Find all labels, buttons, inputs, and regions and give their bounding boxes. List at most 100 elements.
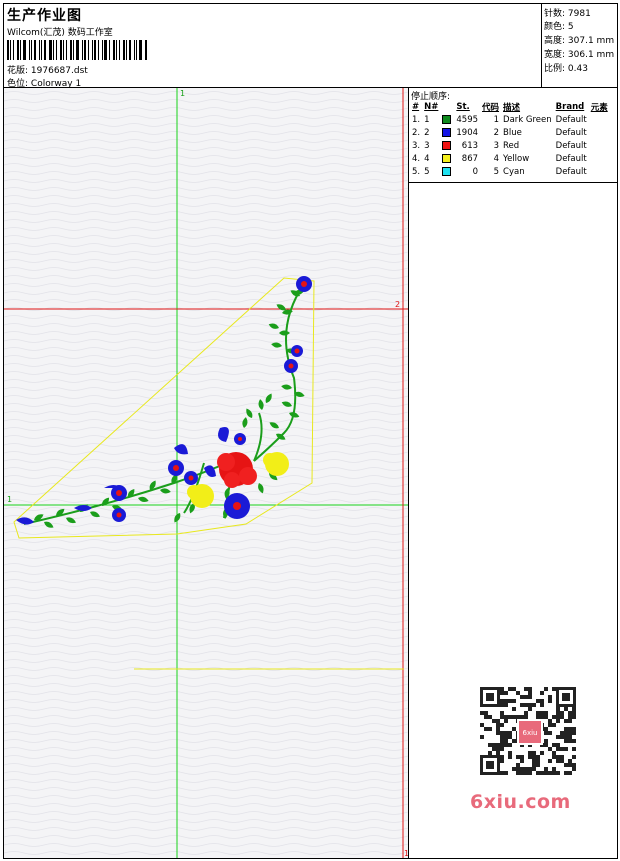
qr-module bbox=[500, 759, 504, 763]
qr-module bbox=[500, 731, 504, 735]
barcode-bar bbox=[34, 40, 36, 60]
qr-module bbox=[536, 755, 540, 759]
qr-finder bbox=[486, 761, 494, 769]
qr-module bbox=[572, 707, 576, 711]
qr-module bbox=[524, 715, 528, 719]
qr-module bbox=[564, 763, 568, 767]
table-header-row: # N# St. 代码 描述 Brand 元素 bbox=[410, 101, 610, 113]
barcode-bar bbox=[129, 40, 131, 60]
qr-module bbox=[528, 691, 532, 695]
width-label: 宽度: bbox=[544, 50, 566, 60]
qr-module bbox=[564, 747, 568, 751]
qr-module bbox=[516, 767, 520, 771]
page-title: 生产作业图 bbox=[7, 8, 82, 24]
embroidery-canvas: 1 1 2 1 bbox=[4, 88, 409, 858]
qr-module bbox=[500, 715, 504, 719]
qr-module bbox=[528, 687, 532, 691]
header-block: 生产作业图 Wilcom(汇茂) 数码工作室 花版: 1976687.dst 色… bbox=[4, 4, 542, 89]
green-left-guide-label: 1 bbox=[7, 495, 12, 504]
qr-module bbox=[560, 715, 564, 719]
design-label: 花版: bbox=[7, 66, 29, 76]
barcode-bar bbox=[20, 40, 21, 60]
qr-module bbox=[536, 715, 540, 719]
barcode-bar bbox=[63, 40, 64, 60]
company-name: Wilcom(汇茂) 数码工作室 bbox=[7, 28, 113, 38]
qr-module bbox=[508, 735, 512, 739]
qr-module bbox=[500, 747, 504, 751]
row-color-swatch bbox=[440, 152, 454, 165]
qr-module bbox=[520, 767, 524, 771]
qr-module bbox=[516, 763, 520, 767]
qr-module bbox=[528, 695, 532, 699]
row-n: 3 bbox=[424, 140, 430, 151]
row-code: 3 bbox=[493, 140, 500, 151]
red-bottom-guide-label: 1 bbox=[404, 849, 409, 858]
qr-module bbox=[556, 747, 560, 751]
qr-module bbox=[560, 755, 564, 759]
qr-module bbox=[524, 687, 528, 691]
table-row: 5. 5 0 5 Cyan Default bbox=[410, 165, 610, 178]
barcode-bar bbox=[126, 40, 127, 60]
qr-module bbox=[556, 755, 560, 759]
barcode-bar bbox=[98, 40, 99, 60]
table-row: 4. 4 867 4 Yellow Default bbox=[410, 152, 610, 165]
qr-module bbox=[532, 751, 536, 755]
qr-module bbox=[552, 743, 556, 747]
qr-module bbox=[496, 723, 500, 727]
height-label: 高度: bbox=[544, 36, 566, 46]
row-brand: Default bbox=[555, 153, 587, 164]
qr-module bbox=[500, 743, 504, 747]
color-swatch bbox=[442, 114, 452, 124]
qr-module bbox=[564, 771, 568, 775]
row-n: 2 bbox=[424, 127, 430, 138]
col-code-header: 代码 bbox=[482, 103, 500, 113]
row-color-swatch bbox=[440, 165, 454, 178]
qr-module bbox=[516, 715, 520, 719]
qr-module bbox=[544, 715, 548, 719]
qr-module bbox=[524, 767, 528, 771]
qr-module bbox=[504, 739, 508, 743]
barcode-bar bbox=[53, 40, 54, 60]
barcode-bar bbox=[70, 40, 72, 60]
qr-module bbox=[508, 751, 512, 755]
qr-module bbox=[500, 755, 504, 759]
qr-module bbox=[484, 727, 488, 731]
col-elements-header: 元素 bbox=[590, 103, 608, 113]
barcode-bar bbox=[123, 40, 125, 60]
qr-module bbox=[492, 743, 496, 747]
qr-module bbox=[484, 715, 488, 719]
qr-module bbox=[572, 739, 576, 743]
barcode-bar bbox=[109, 40, 110, 60]
qr-module bbox=[512, 687, 516, 691]
qr-module bbox=[556, 771, 560, 775]
height-row: 高度: 307.1 mm bbox=[544, 33, 614, 46]
qr-finder bbox=[562, 693, 570, 701]
row-index: 5. bbox=[412, 166, 421, 177]
row-description: Blue bbox=[503, 127, 522, 138]
table-row: 3. 3 613 3 Red Default bbox=[410, 139, 610, 152]
qr-module bbox=[556, 707, 560, 711]
qr-module bbox=[512, 739, 516, 743]
qr-module bbox=[504, 743, 508, 747]
qr-module bbox=[500, 691, 504, 695]
barcode-bar bbox=[13, 40, 14, 60]
qr-module bbox=[560, 735, 564, 739]
qr-module bbox=[512, 767, 516, 771]
qr-module bbox=[496, 751, 500, 755]
site-watermark: 6xiu.com bbox=[470, 791, 571, 813]
qr-module bbox=[528, 767, 532, 771]
barcode-bar bbox=[44, 40, 46, 60]
qr-module bbox=[568, 735, 572, 739]
barcode-bar bbox=[134, 40, 135, 60]
qr-module bbox=[556, 711, 560, 715]
qr-module bbox=[544, 743, 548, 747]
qr-module bbox=[516, 691, 520, 695]
qr-module bbox=[552, 715, 556, 719]
row-code: 1 bbox=[493, 114, 500, 125]
table-row: 1. 1 4595 1 Dark Green Default bbox=[410, 113, 610, 126]
qr-module bbox=[516, 771, 520, 775]
qr-module bbox=[536, 699, 540, 703]
qr-module bbox=[568, 759, 572, 763]
color-swatch bbox=[442, 127, 452, 137]
colors-value: 5 bbox=[567, 22, 574, 32]
